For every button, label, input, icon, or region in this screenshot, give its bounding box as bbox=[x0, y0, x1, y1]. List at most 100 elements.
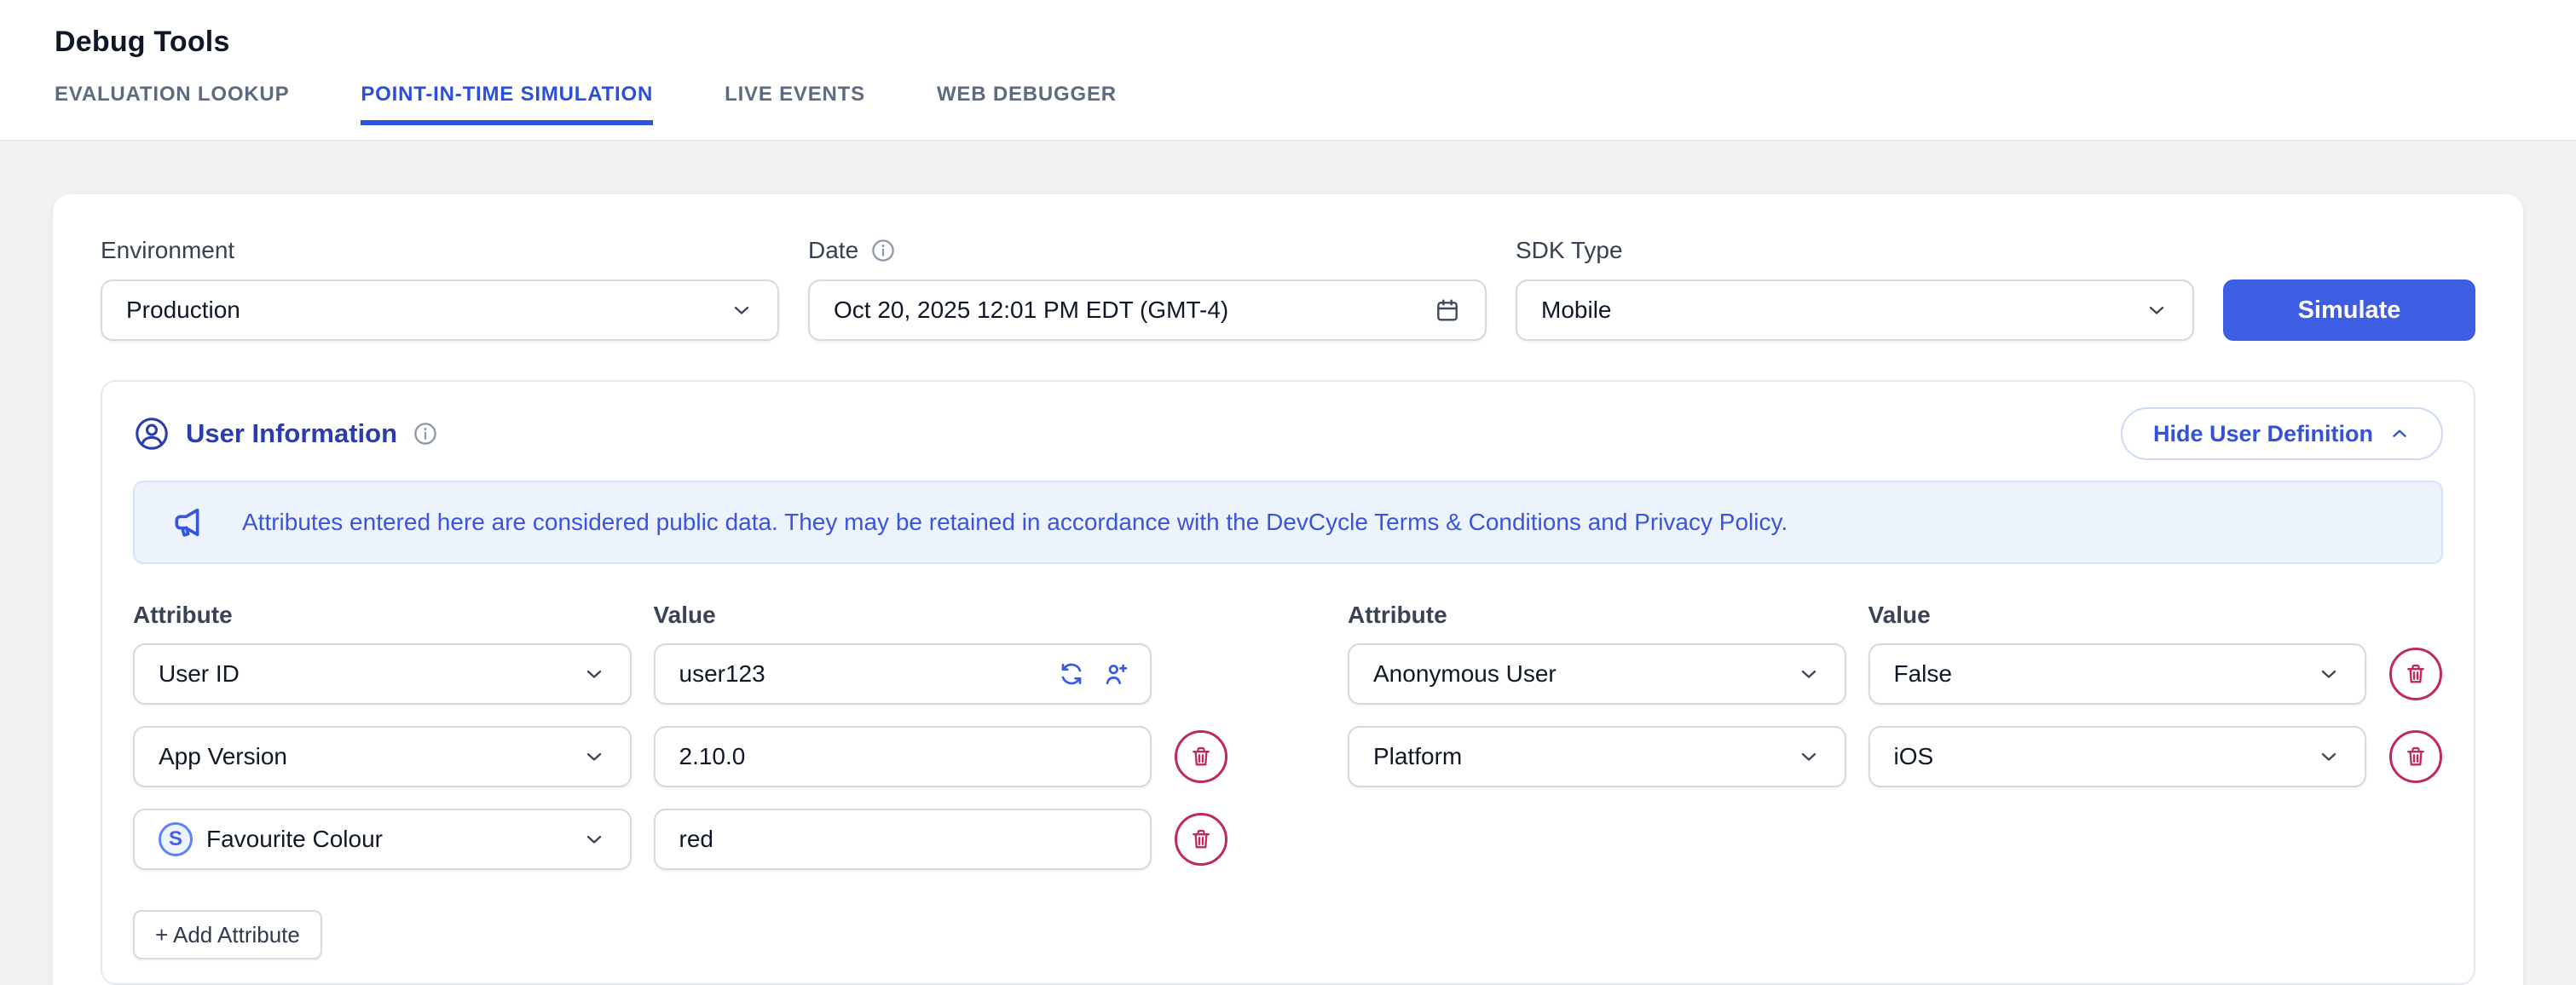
app-version-attribute-select[interactable]: App Version bbox=[133, 726, 632, 787]
anonymous-user-attribute-value: Anonymous User bbox=[1373, 660, 1557, 688]
tab-point-in-time-simulation[interactable]: POINT-IN-TIME SIMULATION bbox=[361, 83, 653, 125]
string-type-badge: S bbox=[159, 822, 193, 856]
user-information-panel: User Information Hide User Definition At… bbox=[101, 380, 2475, 985]
attribute-row-app-version: App Version bbox=[133, 726, 1228, 787]
attributes-grid: Attribute Value User ID bbox=[133, 602, 2443, 959]
sdk-type-label: SDK Type bbox=[1516, 237, 2194, 264]
tab-bar: EVALUATION LOOKUP POINT-IN-TIME SIMULATI… bbox=[55, 83, 2521, 125]
delete-favourite-colour-button[interactable] bbox=[1175, 813, 1227, 866]
page-header: Debug Tools EVALUATION LOOKUP POINT-IN-T… bbox=[0, 0, 2576, 141]
platform-value: iOS bbox=[1894, 743, 1934, 770]
app-version-attribute-value: App Version bbox=[159, 743, 287, 770]
platform-value-select[interactable]: iOS bbox=[1868, 726, 2367, 787]
trash-icon bbox=[1189, 745, 1213, 769]
sdk-type-select[interactable]: Mobile bbox=[1516, 279, 2194, 341]
person-add-icon[interactable] bbox=[1102, 660, 1129, 688]
public-data-banner-text: Attributes entered here are considered p… bbox=[242, 509, 1788, 536]
info-icon[interactable] bbox=[870, 238, 896, 263]
date-label-text: Date bbox=[808, 237, 858, 264]
anonymous-user-value-select[interactable]: False bbox=[1868, 643, 2367, 705]
date-field: Date Oct 20, 2025 12:01 PM EDT (GMT-4) bbox=[808, 237, 1487, 341]
attribute-row-anonymous-user: Anonymous User False bbox=[1348, 643, 2443, 705]
user-id-attribute-select[interactable]: User ID bbox=[133, 643, 632, 705]
row-action bbox=[2388, 648, 2443, 700]
anonymous-user-attribute-select[interactable]: Anonymous User bbox=[1348, 643, 1846, 705]
hide-user-definition-label: Hide User Definition bbox=[2153, 421, 2373, 447]
value-cell: iOS bbox=[1868, 726, 2367, 787]
chevron-down-icon bbox=[730, 298, 754, 322]
tab-live-events[interactable]: LIVE EVENTS bbox=[725, 83, 865, 125]
page-title: Debug Tools bbox=[55, 0, 2521, 59]
trash-icon bbox=[2404, 662, 2428, 686]
value-cell bbox=[654, 809, 1152, 870]
user-id-attribute-value: User ID bbox=[159, 660, 240, 688]
favourite-colour-select-content: S Favourite Colour bbox=[159, 822, 383, 856]
attribute-cell: App Version bbox=[133, 726, 632, 787]
simulation-card: Environment Production Date Oct 20, 2025… bbox=[53, 194, 2523, 985]
attribute-cell: Platform bbox=[1348, 726, 1846, 787]
row-action bbox=[2388, 730, 2443, 783]
environment-value: Production bbox=[126, 297, 240, 324]
calendar-icon[interactable] bbox=[1434, 297, 1461, 324]
simulation-controls: Environment Production Date Oct 20, 2025… bbox=[101, 237, 2475, 341]
favourite-colour-attribute-value: Favourite Colour bbox=[206, 826, 383, 853]
chevron-down-icon bbox=[582, 662, 606, 686]
user-circle-icon bbox=[133, 415, 170, 452]
chevron-down-icon bbox=[582, 745, 606, 769]
add-attribute-button[interactable]: + Add Attribute bbox=[133, 910, 322, 959]
anonymous-user-value: False bbox=[1894, 660, 1952, 688]
value-cell: False bbox=[1868, 643, 2367, 705]
chevron-down-icon bbox=[582, 827, 606, 851]
chevron-down-icon bbox=[2317, 662, 2341, 686]
trash-icon bbox=[1189, 827, 1213, 851]
attribute-cell: User ID bbox=[133, 643, 632, 705]
environment-select[interactable]: Production bbox=[101, 279, 779, 341]
info-icon[interactable] bbox=[413, 421, 438, 446]
chevron-down-icon bbox=[1797, 745, 1821, 769]
column-headers: Attribute Value bbox=[1348, 602, 2443, 629]
user-id-input-icons bbox=[1058, 643, 1129, 705]
favourite-colour-value-input[interactable] bbox=[654, 809, 1152, 870]
date-value: Oct 20, 2025 12:01 PM EDT (GMT-4) bbox=[834, 297, 1228, 324]
sdk-type-value: Mobile bbox=[1541, 297, 1611, 324]
attribute-row-platform: Platform iOS bbox=[1348, 726, 2443, 787]
sdk-type-field: SDK Type Mobile bbox=[1516, 237, 2194, 341]
favourite-colour-attribute-select[interactable]: S Favourite Colour bbox=[133, 809, 632, 870]
attribute-row-user-id: User ID bbox=[133, 643, 1228, 705]
attribute-row-favourite-colour: S Favourite Colour bbox=[133, 809, 1228, 870]
tab-evaluation-lookup[interactable]: EVALUATION LOOKUP bbox=[55, 83, 289, 125]
megaphone-icon bbox=[170, 503, 210, 542]
delete-anonymous-user-button[interactable] bbox=[2389, 648, 2442, 700]
value-cell bbox=[654, 643, 1152, 705]
chevron-down-icon bbox=[2317, 745, 2341, 769]
environment-label: Environment bbox=[101, 237, 779, 264]
user-information-header: User Information Hide User Definition bbox=[133, 407, 2443, 460]
tab-web-debugger[interactable]: WEB DEBUGGER bbox=[937, 83, 1117, 125]
date-label: Date bbox=[808, 237, 1487, 264]
value-column-header: Value bbox=[1868, 602, 2367, 629]
value-column-header: Value bbox=[654, 602, 1152, 629]
platform-attribute-select[interactable]: Platform bbox=[1348, 726, 1846, 787]
row-action bbox=[1174, 730, 1228, 783]
refresh-icon[interactable] bbox=[1058, 660, 1085, 688]
chevron-down-icon bbox=[2145, 298, 2169, 322]
attribute-cell: S Favourite Colour bbox=[133, 809, 632, 870]
date-input[interactable]: Oct 20, 2025 12:01 PM EDT (GMT-4) bbox=[808, 279, 1487, 341]
delete-platform-button[interactable] bbox=[2389, 730, 2442, 783]
simulate-button[interactable]: Simulate bbox=[2223, 279, 2475, 341]
chevron-up-icon bbox=[2388, 423, 2411, 445]
hide-user-definition-button[interactable]: Hide User Definition bbox=[2121, 407, 2443, 460]
chevron-down-icon bbox=[1797, 662, 1821, 686]
value-cell bbox=[654, 726, 1152, 787]
column-headers: Attribute Value bbox=[133, 602, 1228, 629]
public-data-banner: Attributes entered here are considered p… bbox=[133, 481, 2443, 564]
attribute-column-header: Attribute bbox=[133, 602, 632, 629]
delete-app-version-button[interactable] bbox=[1175, 730, 1227, 783]
user-information-title: User Information bbox=[186, 418, 397, 449]
attributes-right-column: Attribute Value Anonymous User False bbox=[1348, 602, 2443, 959]
attributes-left-column: Attribute Value User ID bbox=[133, 602, 1228, 959]
trash-icon bbox=[2404, 745, 2428, 769]
attribute-column-header: Attribute bbox=[1348, 602, 1846, 629]
platform-attribute-value: Platform bbox=[1373, 743, 1462, 770]
app-version-value-input[interactable] bbox=[654, 726, 1152, 787]
